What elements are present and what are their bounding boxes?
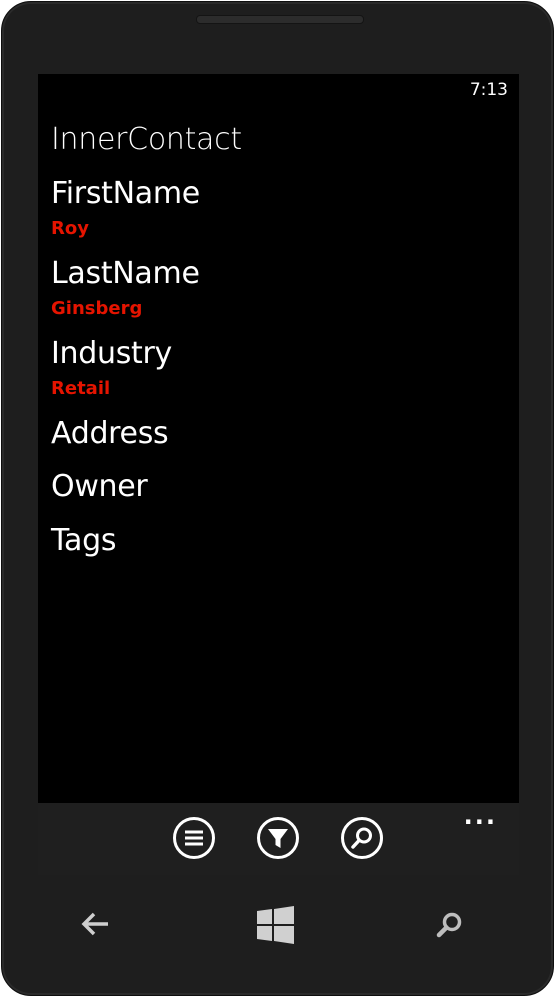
field-value-industry[interactable]: Retail <box>51 378 110 399</box>
application-bar: ... <box>38 803 519 875</box>
hardware-search-button[interactable] <box>426 902 474 950</box>
list-icon <box>185 830 203 846</box>
filter-icon <box>268 829 288 848</box>
screen: 7:13 InnerContact FirstName Roy LastName… <box>38 74 519 875</box>
search-icon <box>351 827 372 849</box>
field-label-tags[interactable]: Tags <box>51 523 117 558</box>
list-button[interactable] <box>173 817 215 859</box>
back-button[interactable] <box>72 902 120 950</box>
search-button[interactable] <box>341 817 383 859</box>
back-arrow-icon <box>81 912 108 936</box>
field-value-firstname[interactable]: Roy <box>51 218 89 239</box>
search-icon <box>436 912 462 938</box>
windows-start-icon <box>257 906 294 944</box>
status-time: 7:13 <box>469 80 508 100</box>
field-label-firstname[interactable]: FirstName <box>51 176 200 211</box>
earpiece-speaker <box>196 15 364 24</box>
more-options-button[interactable]: ... <box>464 804 497 828</box>
filter-button[interactable] <box>257 817 299 859</box>
field-label-industry[interactable]: Industry <box>51 336 172 371</box>
field-label-lastname[interactable]: LastName <box>51 256 200 291</box>
field-label-owner[interactable]: Owner <box>51 469 148 504</box>
start-button[interactable] <box>252 902 300 950</box>
field-value-lastname[interactable]: Ginsberg <box>51 298 142 319</box>
phone-frame: 7:13 InnerContact FirstName Roy LastName… <box>1 1 554 996</box>
page-title: InnerContact <box>51 122 242 157</box>
field-label-address[interactable]: Address <box>51 416 169 451</box>
